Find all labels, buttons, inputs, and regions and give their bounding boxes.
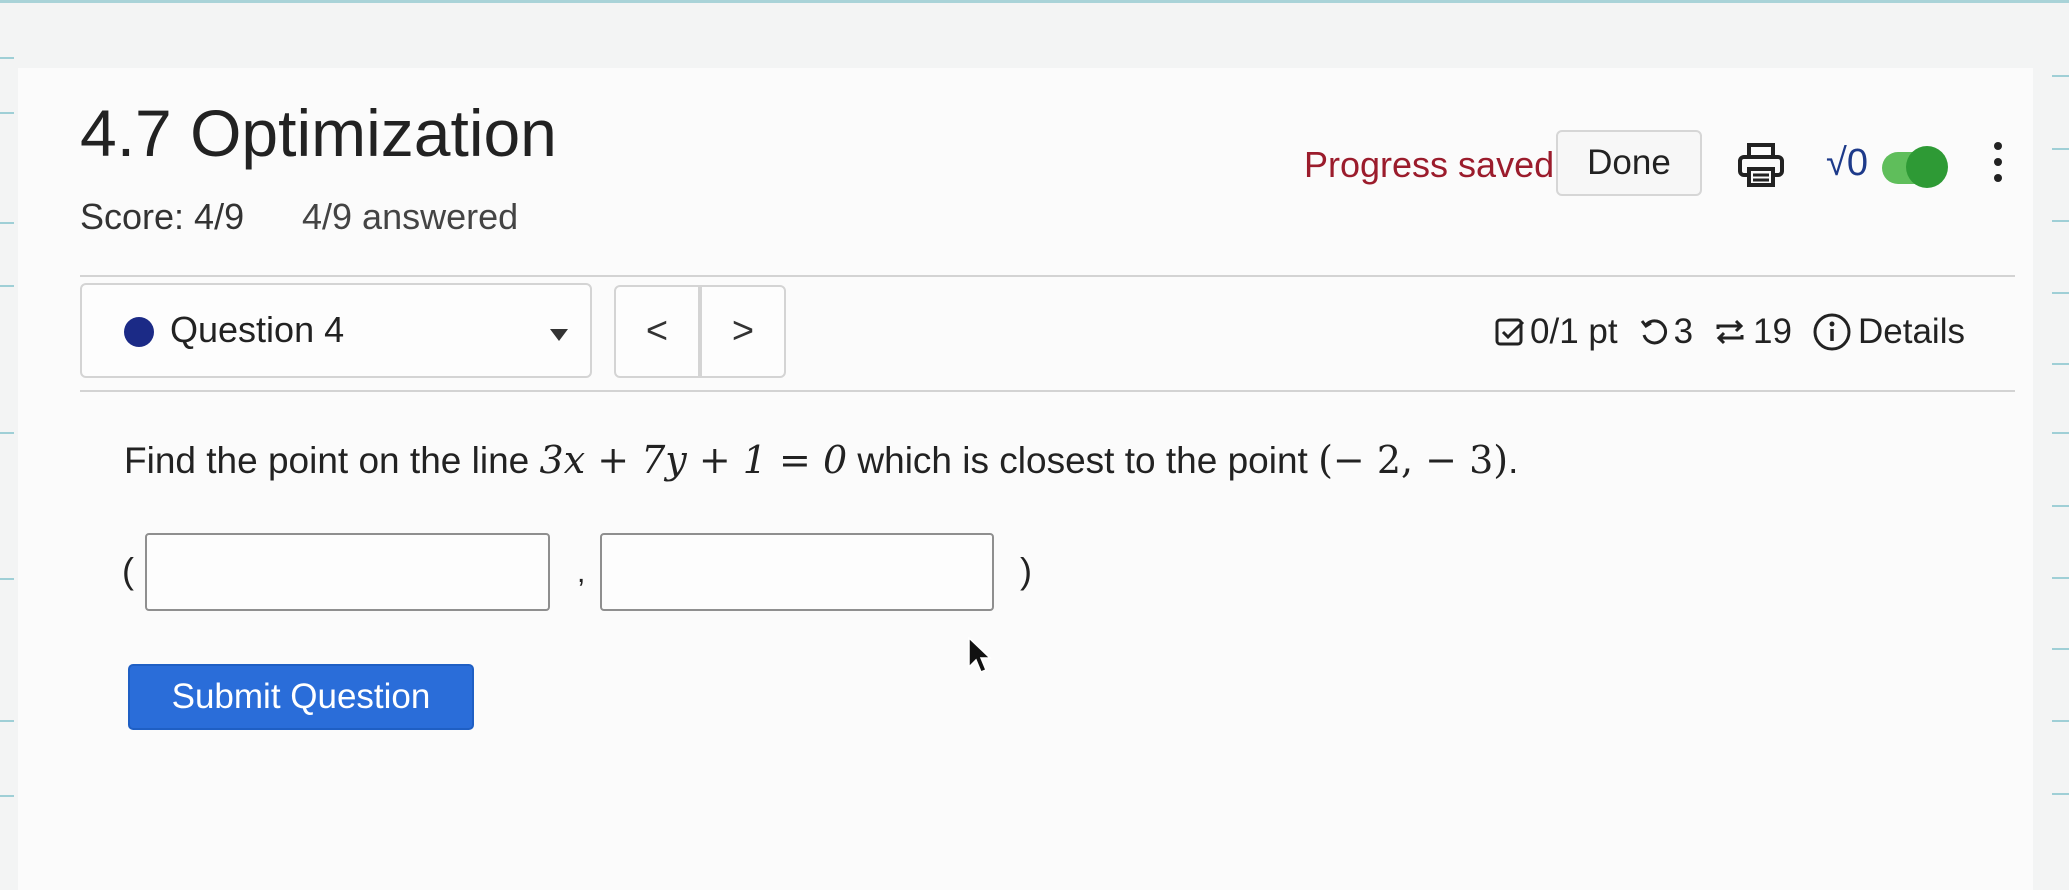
question-text-start: Find the point on the line: [124, 440, 540, 481]
attempts-count: 19: [1753, 312, 1792, 351]
edge-tick: [2052, 292, 2069, 294]
next-question-button[interactable]: >: [700, 285, 786, 378]
question-select[interactable]: Question 4: [80, 283, 592, 378]
x-coordinate-input[interactable]: [145, 533, 550, 611]
printer-icon[interactable]: [1736, 140, 1786, 190]
checkbox-icon: [1495, 318, 1525, 346]
edge-tick: [0, 57, 14, 59]
edge-tick: [0, 795, 14, 797]
toggle-knob[interactable]: [1906, 146, 1948, 188]
edge-tick: [2052, 220, 2069, 222]
question-stats: 0/1 pt 3 19 Details: [1494, 312, 1965, 352]
top-border: [0, 0, 2069, 3]
attempts-icon: [1716, 319, 1744, 345]
more-options-icon[interactable]: [1992, 142, 2004, 194]
points-label: 0/1 pt: [1530, 312, 1618, 351]
close-paren: ): [1020, 550, 1032, 591]
score-label: Score: 4/9: [80, 196, 245, 237]
question-text-middle: which is closest to the point: [847, 440, 1319, 481]
edge-tick: [2052, 648, 2069, 650]
edge-tick: [2052, 148, 2069, 150]
retries-count: 3: [1673, 312, 1694, 351]
edge-tick: [0, 578, 14, 580]
line-equation: 3x + 7y + 1 = 0: [539, 438, 848, 482]
mouse-cursor-icon: [968, 637, 992, 673]
edge-tick: [2052, 793, 2069, 795]
edge-tick: [0, 720, 14, 722]
edge-tick: [2052, 505, 2069, 507]
edge-tick: [2052, 75, 2069, 77]
done-button[interactable]: Done: [1556, 130, 1702, 196]
edge-tick: [2052, 363, 2069, 365]
question-text-end: .: [1508, 440, 1519, 481]
question-text: Find the point on the line 3x + 7y + 1 =…: [124, 438, 1518, 482]
previous-question-button[interactable]: <: [614, 285, 700, 378]
details-link[interactable]: Details: [1858, 312, 1965, 352]
divider: [80, 390, 2015, 392]
edge-tick: [0, 432, 14, 434]
edge-tick: [0, 222, 14, 224]
target-point: (− 2, − 3): [1318, 438, 1509, 482]
open-paren: (: [122, 550, 134, 591]
edge-tick: [2052, 720, 2069, 722]
edge-tick: [2052, 432, 2069, 434]
edge-tick: [2052, 577, 2069, 579]
retry-icon: [1640, 319, 1667, 345]
question-select-label: Question 4: [170, 309, 345, 350]
answered-count: 4/9 answered: [302, 196, 519, 237]
question-status-dot: [124, 317, 154, 347]
y-coordinate-input[interactable]: [600, 533, 994, 611]
caret-down-icon: [550, 329, 568, 341]
edge-tick: [0, 285, 14, 287]
coordinate-separator: ,: [577, 556, 586, 589]
divider: [80, 275, 2015, 277]
info-icon[interactable]: [1812, 312, 1852, 352]
progress-saved-status: Progress saved: [1304, 144, 1555, 185]
edge-tick: [0, 112, 14, 114]
submit-question-button[interactable]: Submit Question: [128, 664, 474, 730]
math-input-toggle-label: √0: [1826, 142, 1868, 184]
page-title: 4.7 Optimization: [80, 96, 557, 170]
